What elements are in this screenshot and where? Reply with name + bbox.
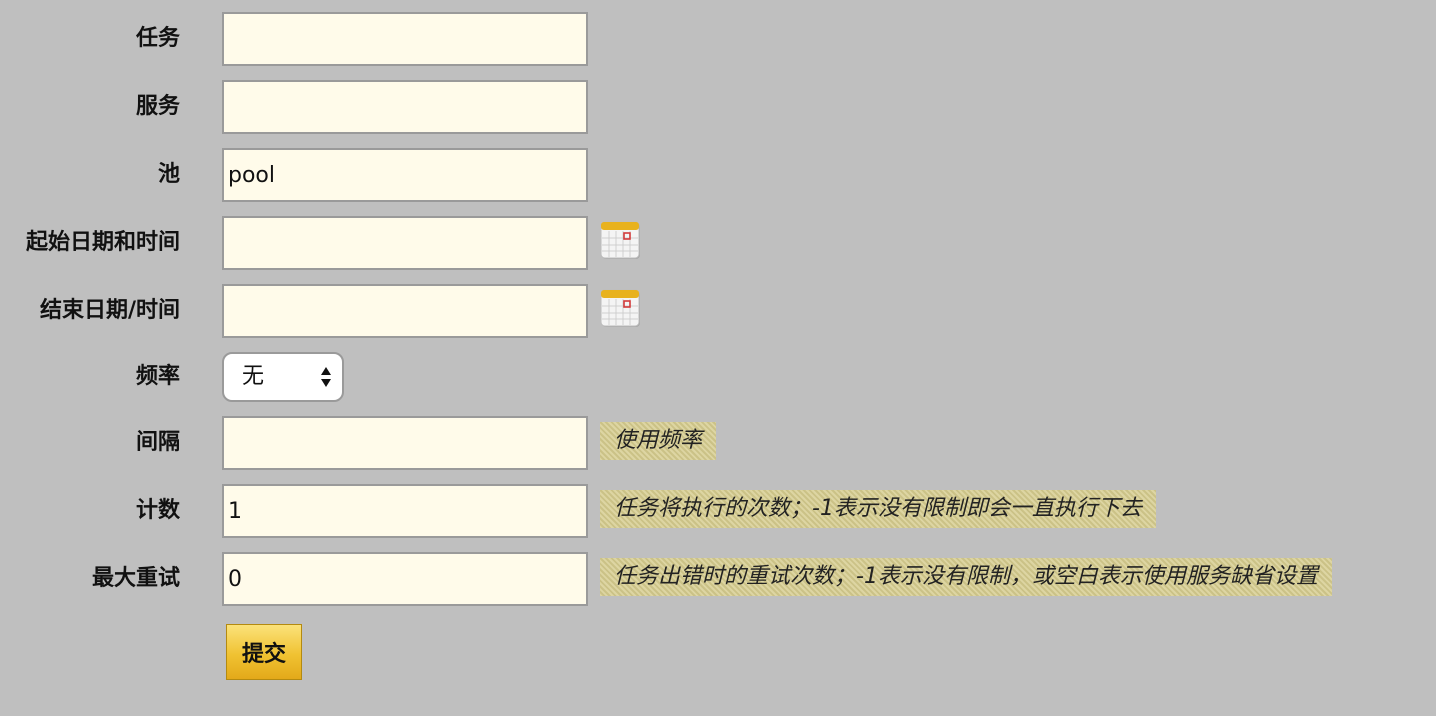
calendar-icon[interactable] — [600, 288, 642, 330]
count-row: 计数 任务将执行的次数；-1表示没有限制即会一直执行下去 — [0, 484, 1436, 538]
pool-label: 池 — [157, 162, 180, 187]
end-datetime-input[interactable] — [222, 284, 588, 338]
frequency-selected-value: 无 — [242, 364, 265, 389]
interval-hint: 使用频率 — [600, 422, 717, 460]
calendar-icon[interactable] — [600, 220, 642, 262]
start-datetime-row: 起始日期和时间 — [0, 216, 1436, 270]
count-input[interactable] — [222, 484, 588, 538]
start-datetime-label: 起始日期和时间 — [25, 230, 180, 255]
max-retry-input[interactable] — [222, 552, 588, 606]
end-datetime-label: 结束日期/时间 — [39, 298, 180, 323]
pool-input[interactable] — [222, 148, 588, 202]
start-datetime-input[interactable] — [222, 216, 588, 270]
task-input[interactable] — [222, 12, 588, 66]
end-datetime-row: 结束日期/时间 — [0, 284, 1436, 338]
service-row: 服务 — [0, 80, 1436, 134]
max-retry-label: 最大重试 — [91, 566, 180, 591]
count-hint: 任务将执行的次数；-1表示没有限制即会一直执行下去 — [600, 490, 1156, 528]
service-input[interactable] — [222, 80, 588, 134]
interval-row: 间隔 使用频率 — [0, 416, 1436, 470]
frequency-select[interactable]: 无 — [222, 352, 344, 402]
pool-row: 池 — [0, 148, 1436, 202]
count-label: 计数 — [135, 498, 180, 523]
frequency-row: 频率 — [0, 352, 1436, 402]
task-label: 任务 — [135, 26, 180, 51]
max-retry-row: 最大重试 任务出错时的重试次数；-1表示没有限制，或空白表示使用服务缺省设置 — [0, 552, 1436, 606]
max-retry-hint: 任务出错时的重试次数；-1表示没有限制，或空白表示使用服务缺省设置 — [600, 558, 1332, 596]
frequency-label: 频率 — [135, 364, 180, 389]
interval-input[interactable] — [222, 416, 588, 470]
task-row: 任务 — [0, 12, 1436, 66]
service-label: 服务 — [135, 94, 180, 119]
submit-button[interactable]: 提交 — [226, 624, 302, 680]
job-schedule-form: 任务 服务 池 起始日期和时间 结束日期/ — [0, 0, 1436, 716]
select-arrows-icon — [321, 367, 331, 387]
interval-label: 间隔 — [135, 430, 180, 455]
